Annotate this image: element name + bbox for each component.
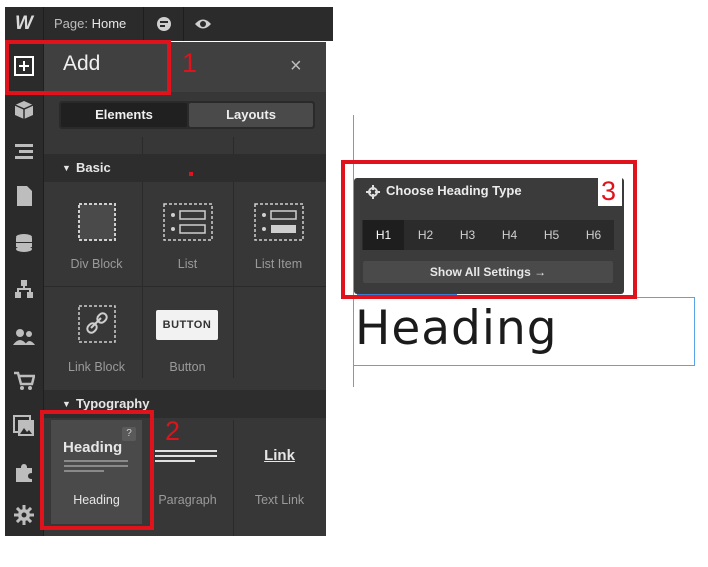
webflow-logo[interactable]: W: [5, 7, 44, 41]
pages-icon: [17, 186, 32, 206]
box-icon: [14, 101, 34, 119]
annotation-number-3: 3: [601, 176, 617, 206]
element-list[interactable]: List: [142, 185, 233, 285]
symbols-button[interactable]: [5, 268, 43, 310]
page-selector[interactable]: Page: Home: [44, 7, 144, 41]
preview-button[interactable]: [184, 7, 222, 41]
element-label: Paragraph: [158, 493, 217, 507]
element-label: Button: [169, 360, 206, 374]
annotation-box-1: [5, 40, 171, 95]
element-label: List Item: [254, 257, 303, 271]
annotation-number-2: 2: [165, 416, 181, 446]
element-paragraph[interactable]: Paragraph: [142, 420, 233, 524]
cart-icon: [14, 371, 35, 390]
list-item-icon: [254, 203, 304, 241]
element-label: Div Block: [70, 257, 123, 271]
div-block-icon: [78, 203, 116, 241]
close-icon[interactable]: ×: [290, 56, 302, 76]
element-list-item[interactable]: List Item: [233, 185, 326, 285]
red-dot-marker: [189, 172, 193, 176]
comment-icon: [157, 17, 171, 31]
element-link-block[interactable]: Link Block: [51, 288, 142, 383]
tab-layouts[interactable]: Layouts: [189, 103, 313, 127]
pages-button[interactable]: [5, 175, 43, 217]
list-icon: [163, 203, 213, 241]
section-basic[interactable]: ▼ Basic: [44, 154, 326, 182]
puzzle-icon: [16, 464, 32, 482]
element-button[interactable]: BUTTON Button: [142, 288, 233, 383]
cms-button[interactable]: [5, 222, 43, 264]
element-div-block[interactable]: Div Block: [51, 185, 142, 285]
grid-divider: [233, 137, 234, 154]
page-name: Home: [91, 16, 127, 31]
page-prefix: Page:: [54, 16, 88, 31]
tab-elements[interactable]: Elements: [61, 103, 187, 127]
cms-icon: [16, 234, 32, 252]
link-block-icon: [78, 305, 116, 343]
button-preview: BUTTON: [156, 310, 218, 340]
element-label: Link Block: [68, 360, 125, 374]
element-text-link[interactable]: Link Text Link: [233, 420, 326, 524]
navigator-button[interactable]: [5, 131, 43, 173]
users-button[interactable]: [5, 316, 43, 358]
caret-down-icon: ▼: [62, 163, 71, 173]
grid-divider: [142, 137, 143, 154]
ecommerce-button[interactable]: [5, 360, 43, 402]
assets-button[interactable]: [5, 405, 43, 447]
eye-icon: [195, 19, 211, 29]
element-label: List: [177, 257, 198, 271]
annotation-number-1: 1: [182, 48, 198, 78]
users-icon: [13, 329, 35, 345]
apps-button[interactable]: [5, 451, 43, 493]
section-label: Typography: [76, 396, 150, 411]
canvas-heading[interactable]: Heading: [355, 301, 558, 356]
annotation-box-2: [40, 410, 154, 530]
symbols-icon: [15, 280, 33, 298]
box-button[interactable]: [5, 89, 43, 131]
navigator-icon: [15, 144, 33, 159]
comments-button[interactable]: [145, 7, 184, 41]
settings-button[interactable]: [5, 494, 43, 536]
section-label: Basic: [76, 160, 111, 175]
paragraph-icon: [155, 450, 217, 462]
element-label: Text Link: [254, 493, 305, 507]
link-preview: Link: [264, 447, 295, 464]
assets-icon: [13, 415, 34, 436]
grid-divider: [44, 286, 326, 287]
gear-icon: [14, 505, 34, 525]
annotation-box-3: [341, 160, 637, 299]
